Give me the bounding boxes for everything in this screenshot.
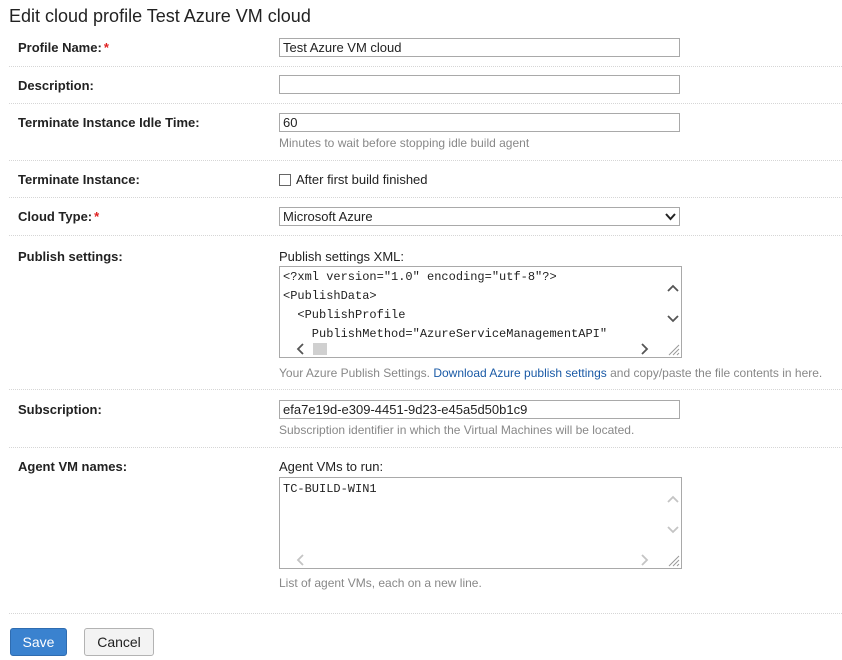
scroll-up-icon[interactable] [667, 283, 679, 293]
row-divider [9, 447, 842, 448]
after-first-build-checkbox[interactable] [279, 174, 291, 186]
after-first-build-label: After first build finished [296, 172, 428, 187]
profile-name-input[interactable]: Test Azure VM cloud [279, 38, 680, 57]
row-divider [9, 197, 842, 198]
row-divider [9, 613, 842, 614]
cloud-type-label: Cloud Type: * [18, 209, 100, 224]
resize-grip[interactable] [665, 341, 681, 357]
row-divider [9, 389, 842, 390]
page-title: Edit cloud profile Test Azure VM cloud [9, 6, 311, 26]
resize-grip[interactable] [665, 552, 681, 568]
cloud-type-selected: Microsoft Azure [283, 209, 373, 224]
scroll-left-icon[interactable] [296, 343, 306, 355]
terminate-instance-label: Terminate Instance: [18, 172, 140, 187]
row-divider [9, 103, 842, 104]
vertical-scrollbar[interactable] [665, 267, 681, 341]
subscription-hint: Subscription identifier in which the Vir… [279, 423, 635, 437]
horizontal-scrollbar[interactable] [280, 552, 665, 568]
scroll-up-icon[interactable] [667, 494, 679, 504]
code-line: <?xml version="1.0" encoding="utf-8"?> [283, 270, 557, 284]
row-divider [9, 160, 842, 161]
save-button[interactable]: Save [10, 628, 67, 656]
agent-vms-textarea[interactable]: TC-BUILD-WIN1 [279, 477, 682, 569]
publish-settings-label: Publish settings: [18, 249, 123, 264]
horizontal-scrollbar[interactable] [280, 341, 665, 357]
resize-grip-icon [668, 344, 680, 356]
row-divider [9, 235, 842, 236]
required-marker: * [94, 209, 100, 224]
agent-vms-hint: List of agent VMs, each on a new line. [279, 576, 482, 590]
scroll-down-icon[interactable] [667, 525, 679, 535]
download-publish-settings-link[interactable]: Download Azure publish settings [433, 366, 606, 380]
description-input[interactable] [279, 75, 680, 94]
publish-settings-hint: Your Azure Publish Settings. Download Az… [279, 366, 823, 380]
code-line: TC-BUILD-WIN1 [283, 482, 377, 496]
code-line: PublishMethod="AzureServiceManagementAPI… [283, 327, 608, 341]
resize-grip-icon [668, 555, 680, 567]
row-divider [9, 66, 842, 67]
chevron-down-icon [665, 213, 676, 221]
code-line: <PublishData> [283, 289, 377, 303]
agent-vm-names-label: Agent VM names: [18, 459, 128, 474]
vertical-scrollbar[interactable] [665, 478, 681, 552]
scroll-down-icon[interactable] [667, 314, 679, 324]
scroll-left-icon[interactable] [296, 554, 306, 566]
code-line: <PublishProfile [283, 308, 406, 322]
cancel-button[interactable]: Cancel [84, 628, 154, 656]
profile-name-label: Profile Name: * [18, 40, 109, 55]
cloud-type-select[interactable]: Microsoft Azure [279, 207, 680, 226]
terminate-idle-input[interactable]: 60 [279, 113, 680, 132]
required-marker: * [103, 40, 109, 55]
scroll-right-icon[interactable] [639, 554, 649, 566]
description-label: Description: [18, 78, 94, 93]
scroll-right-icon[interactable] [639, 343, 649, 355]
publish-settings-textarea[interactable]: <?xml version="1.0" encoding="utf-8"?> <… [279, 266, 682, 358]
publish-settings-sublabel: Publish settings XML: [279, 249, 405, 264]
scroll-thumb[interactable] [313, 343, 327, 355]
subscription-label: Subscription: [18, 402, 102, 417]
terminate-idle-hint: Minutes to wait before stopping idle bui… [279, 136, 530, 150]
agent-vms-sublabel: Agent VMs to run: [279, 459, 384, 474]
subscription-input[interactable]: efa7e19d-e309-4451-9d23-e45a5d50b1c9 [279, 400, 680, 419]
terminate-idle-label: Terminate Instance Idle Time: [18, 115, 200, 130]
